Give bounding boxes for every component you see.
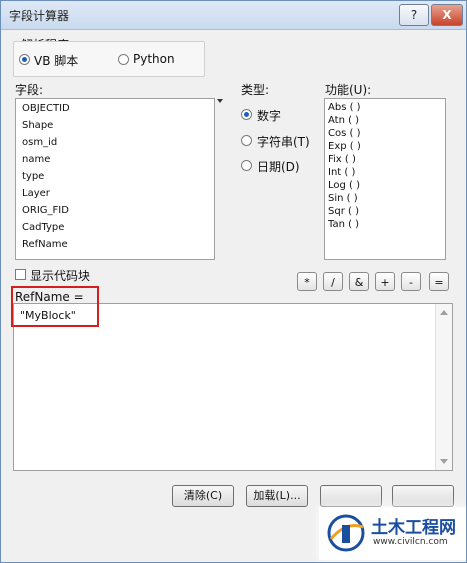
clear-button[interactable]: 清除(C) [172,485,234,507]
vb-script-label: VB 脚本 [34,54,79,68]
operator-plus-button[interactable]: + [375,272,395,291]
load-button[interactable]: 加载(L)... [246,485,308,507]
help-dialog-button[interactable] [392,485,454,507]
function-item-int[interactable]: Int ( ) [328,167,355,178]
fields-scroll-arrow-icon[interactable] [217,99,223,103]
types-label: 类型: [241,83,270,97]
watermark-url: www.civilcn.com [373,537,448,547]
functions-label: 功能(U): [325,83,372,97]
operator-equals-button[interactable]: = [429,272,449,291]
field-item-layer[interactable]: Layer [22,188,50,199]
operator-divide-button[interactable]: / [323,272,343,291]
window-title: 字段计算器 [9,9,70,23]
type-date-radio[interactable] [241,160,252,171]
scroll-down-icon[interactable] [440,459,448,464]
function-item-abs[interactable]: Abs ( ) [328,102,361,113]
function-item-atn[interactable]: Atn ( ) [328,115,359,126]
title-bar: 字段计算器 ? X [1,1,466,30]
type-date-label: 日期(D) [257,160,300,174]
help-button[interactable]: ? [399,4,429,26]
field-item-shape[interactable]: Shape [22,120,53,131]
field-item-name[interactable]: name [22,154,50,165]
type-string-label: 字符串(T) [257,135,310,149]
field-item-refname[interactable]: RefName [22,239,68,250]
field-item-cadtype[interactable]: CadType [22,222,64,233]
function-item-exp[interactable]: Exp ( ) [328,141,361,152]
type-number-radio[interactable] [241,109,252,120]
operator-multiply-button[interactable]: * [297,272,317,291]
function-item-tan[interactable]: Tan ( ) [328,219,359,230]
fields-label: 字段: [15,83,44,97]
function-item-sqr[interactable]: Sqr ( ) [328,206,359,217]
field-item-orig-fid[interactable]: ORIG_FID [22,205,69,216]
show-code-block-checkbox[interactable] [15,269,26,280]
python-radio[interactable] [118,54,129,65]
function-item-cos[interactable]: Cos ( ) [328,128,360,139]
expression-scrollbar[interactable] [435,304,452,470]
type-number-label: 数字 [257,109,282,123]
field-item-osm-id[interactable]: osm_id [22,137,57,148]
fields-list[interactable]: OBJECTID Shape osm_id name type Layer OR… [15,98,215,260]
type-string-radio[interactable] [241,135,252,146]
vb-script-radio[interactable] [19,54,30,65]
show-code-block-label: 显示代码块 [30,269,91,283]
function-item-log[interactable]: Log ( ) [328,180,360,191]
annotation-highlight [11,286,99,327]
save-button[interactable] [320,485,382,507]
function-item-sin[interactable]: Sin ( ) [328,193,358,204]
functions-list[interactable]: Abs ( ) Atn ( ) Cos ( ) Exp ( ) Fix ( ) … [324,98,446,260]
operator-ampersand-button[interactable]: & [349,272,369,291]
field-calculator-dialog: 字段计算器 ? X 解析程序 VB 脚本 Python 字段: OBJECTID… [0,0,467,563]
field-item-type[interactable]: type [22,171,44,182]
watermark: 土木工程网 www.civilcn.com [319,507,466,560]
python-label: Python [133,52,175,66]
civilcn-logo-icon [327,514,365,552]
field-item-objectid[interactable]: OBJECTID [22,103,70,114]
watermark-name: 土木工程网 [371,518,456,538]
expression-editor[interactable]: "MyBlock" [13,303,453,471]
operator-minus-button[interactable]: - [401,272,421,291]
function-item-fix[interactable]: Fix ( ) [328,154,356,165]
close-button[interactable]: X [431,4,463,26]
scroll-up-icon[interactable] [440,310,448,315]
